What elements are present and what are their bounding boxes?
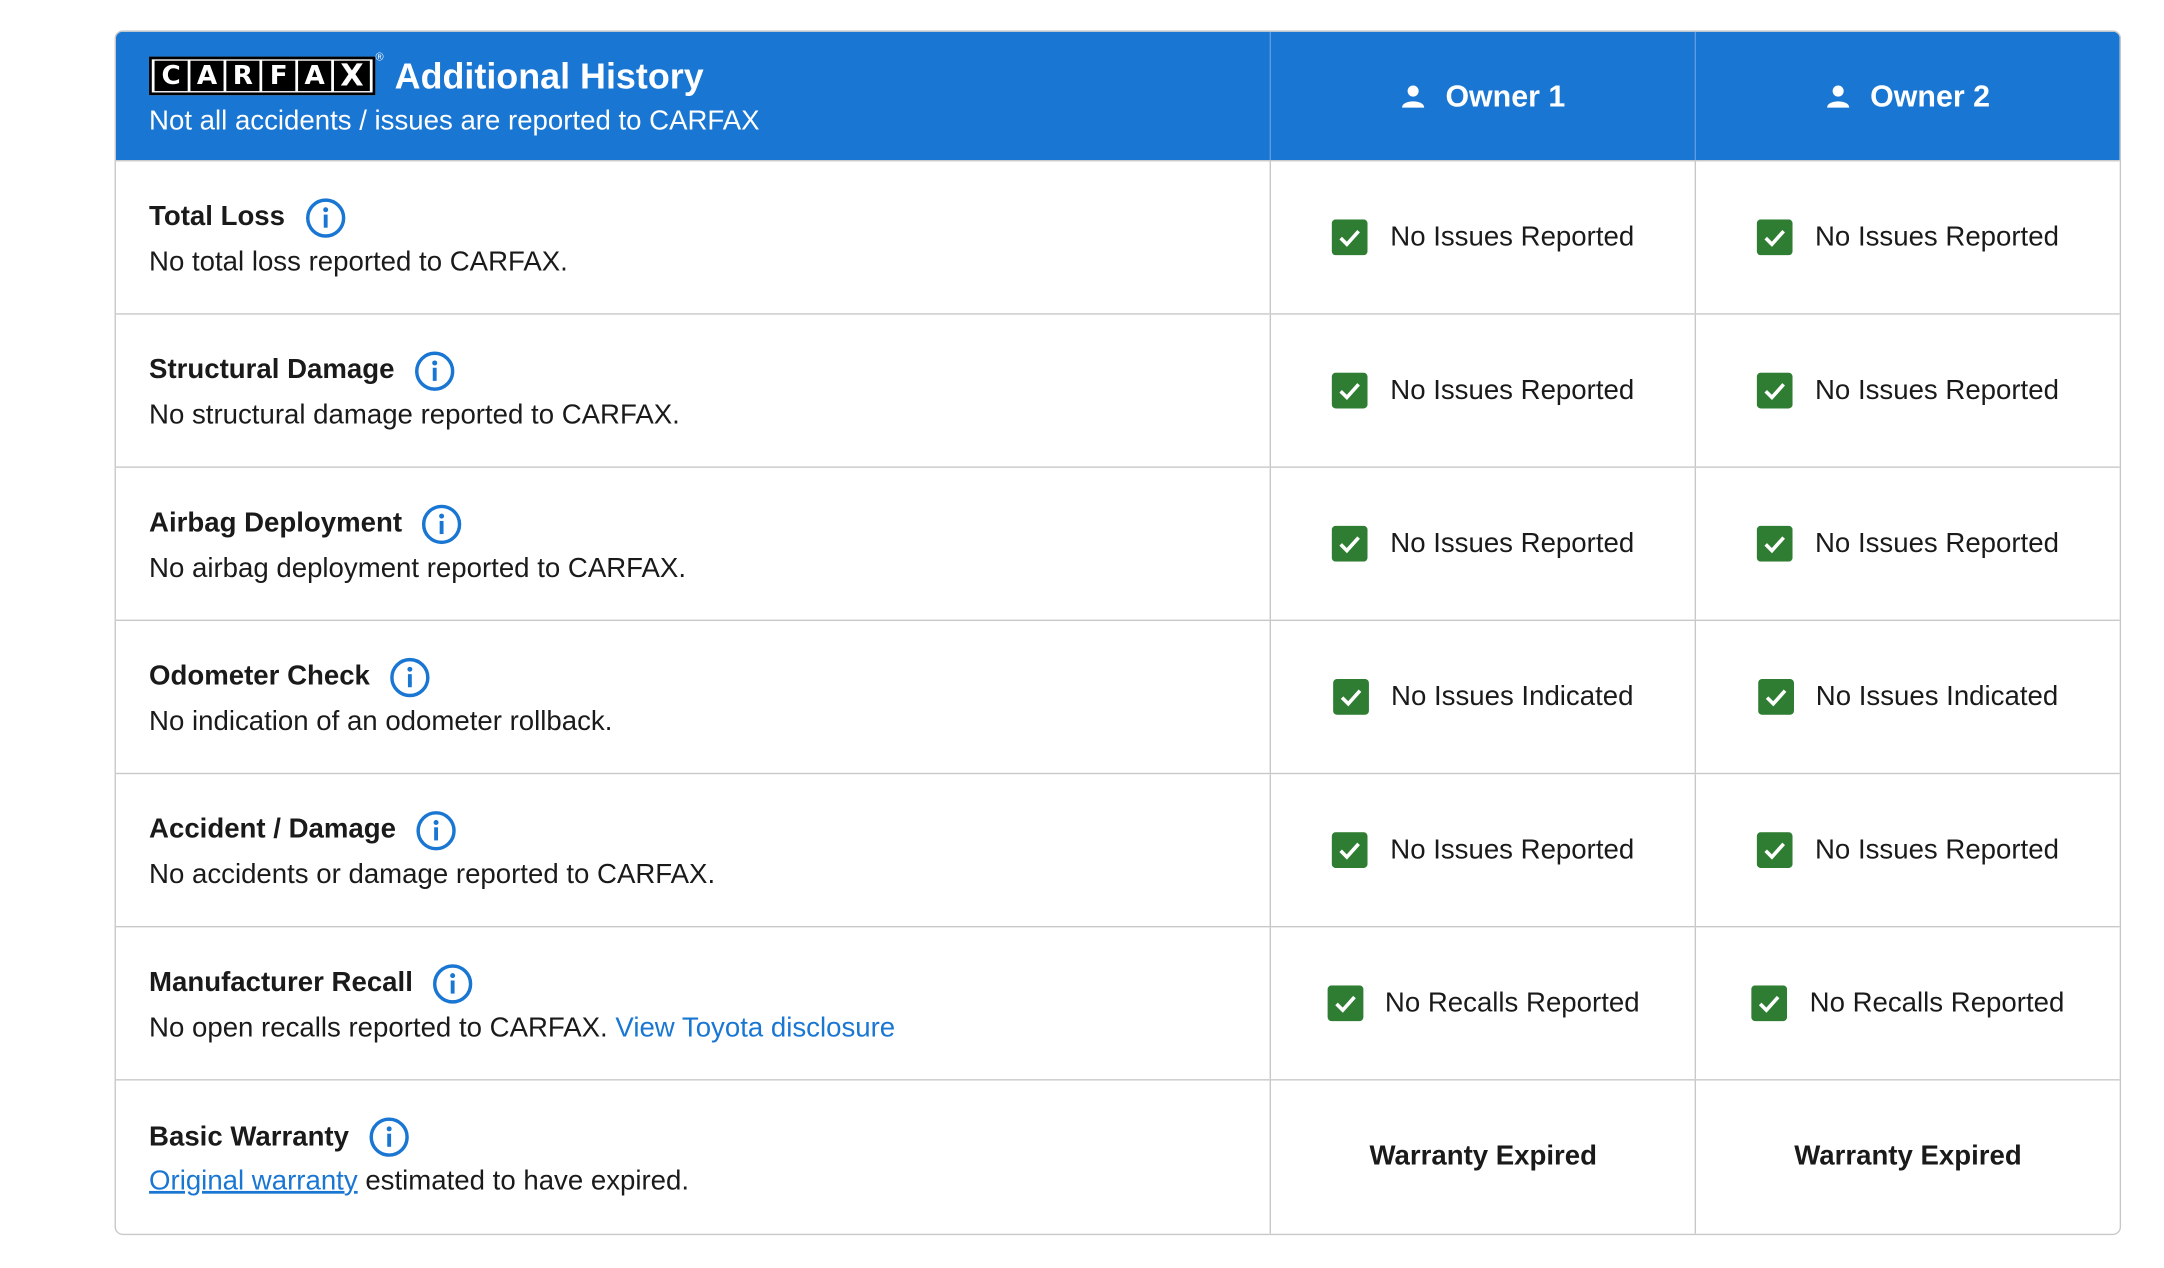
checkbox-checked-icon <box>1757 678 1794 715</box>
info-circle-icon[interactable] <box>421 503 462 544</box>
checkbox-checked-icon <box>1332 372 1369 409</box>
checkbox-checked-icon <box>1332 525 1369 562</box>
row-title: Manufacturer Recall <box>149 967 413 998</box>
row-description-with-link: Original warranty estimated to have expi… <box>149 1166 1270 1198</box>
row-description: No total loss reported to CARFAX. <box>149 246 568 277</box>
owner-2-warranty-status: Warranty Expired <box>1794 1141 2022 1172</box>
status-text: No Issues Reported <box>1390 834 1635 865</box>
row-description: No airbag deployment reported to CARFAX. <box>149 552 686 584</box>
row-title: Accident / Damage <box>149 814 396 845</box>
row-description: No accidents or damage reported to CARFA… <box>149 859 716 890</box>
header-brand-cell: C A R F A X ® Additional History Not all… <box>116 32 1270 160</box>
table-row: Airbag Deployment No airbag deployment r… <box>115 466 2120 620</box>
row-title: Basic Warranty <box>149 1121 349 1152</box>
owner-1-status: No Issues Reported <box>1332 219 1635 256</box>
logo-letter: C <box>154 60 188 92</box>
status-text: No Issues Reported <box>1815 834 2059 865</box>
owner-2-status: No Issues Indicated <box>1757 678 2059 715</box>
status-text: No Issues Reported <box>1390 221 1635 252</box>
table-row: Basic Warranty Original warranty estimat… <box>115 1079 2120 1234</box>
checkbox-checked-icon <box>1757 525 1793 562</box>
info-circle-icon[interactable] <box>432 963 473 1004</box>
person-icon <box>1827 84 1850 107</box>
logo-letter: X <box>333 60 370 93</box>
status-text: No Issues Indicated <box>1391 681 1634 712</box>
owner-2-status: No Issues Reported <box>1757 372 2059 409</box>
logo-letter: A <box>190 60 224 92</box>
section-title: Additional History <box>394 54 704 96</box>
owner-1-status: No Issues Indicated <box>1333 678 1634 715</box>
owner-2-status: No Recalls Reported <box>1751 985 2065 1022</box>
row-title: Total Loss <box>149 201 286 232</box>
checkbox-checked-icon <box>1333 678 1369 715</box>
table-row: Structural Damage No structural damage r… <box>115 313 2120 467</box>
logo-letter: F <box>262 60 296 92</box>
checkbox-checked-icon <box>1751 985 1788 1022</box>
info-circle-icon[interactable] <box>389 656 430 697</box>
owner-1-label: Owner 1 <box>1445 77 1566 113</box>
status-text: No Recalls Reported <box>1384 987 1640 1018</box>
checkbox-checked-icon <box>1332 219 1369 256</box>
table-row: Accident / Damage No accidents or damage… <box>115 772 2120 926</box>
owner-1-status: No Recalls Reported <box>1326 985 1640 1022</box>
row-description: No structural damage reported to CARFAX. <box>149 399 680 430</box>
checkbox-checked-icon <box>1757 372 1793 409</box>
status-text: No Issues Reported <box>1815 374 2059 406</box>
owner-1-header: Owner 1 <box>1270 31 1695 161</box>
status-text: No Issues Reported <box>1390 374 1635 406</box>
logo-letter: A <box>298 60 332 92</box>
info-circle-icon[interactable] <box>415 809 456 850</box>
status-text: No Issues Indicated <box>1815 681 2059 712</box>
owner-2-status: No Issues Reported <box>1757 525 2059 562</box>
registered-mark-icon: ® <box>375 51 384 64</box>
table-row: Manufacturer Recall No open recalls repo… <box>115 925 2120 1080</box>
status-text: No Issues Reported <box>1390 527 1635 559</box>
owner-2-header: Owner 2 <box>1694 31 2120 161</box>
owner-2-label: Owner 2 <box>1870 77 1990 113</box>
checkbox-checked-icon <box>1326 985 1363 1022</box>
row-description: estimated to have expired. <box>365 1166 690 1197</box>
row-description: No indication of an odometer rollback. <box>149 705 613 737</box>
owner-2-status: No Issues Reported <box>1757 219 2059 256</box>
row-title: Airbag Deployment <box>149 507 403 539</box>
owner-1-warranty-status: Warranty Expired <box>1369 1141 1598 1172</box>
row-description: No open recalls reported to CARFAX. <box>149 1012 608 1043</box>
original-warranty-link[interactable]: Original warranty <box>149 1166 358 1196</box>
row-title: Odometer Check <box>149 661 370 692</box>
info-circle-icon[interactable] <box>414 350 455 391</box>
checkbox-checked-icon <box>1757 832 1793 869</box>
table-header: C A R F A X ® Additional History Not all… <box>115 31 2120 161</box>
owner-1-status: No Issues Reported <box>1332 372 1635 409</box>
status-text: No Recalls Reported <box>1809 987 2065 1018</box>
additional-history-table: C A R F A X ® Additional History Not all… <box>114 30 2122 1236</box>
owner-1-status: No Issues Reported <box>1332 525 1635 562</box>
status-text: No Issues Reported <box>1815 221 2059 252</box>
owner-2-status: No Issues Reported <box>1757 832 2059 869</box>
table-row: Odometer Check No indication of an odome… <box>115 619 2120 773</box>
row-title: Structural Damage <box>149 354 395 386</box>
carfax-logo: C A R F A X ® <box>149 51 384 96</box>
section-subtitle: Not all accidents / issues are reported … <box>149 105 760 136</box>
logo-letter: R <box>226 60 260 92</box>
info-circle-icon[interactable] <box>304 197 345 238</box>
checkbox-checked-icon <box>1757 219 1793 256</box>
row-description-with-link: No open recalls reported to CARFAX. View… <box>149 1012 1270 1044</box>
owner-1-status: No Issues Reported <box>1332 832 1635 869</box>
checkbox-checked-icon <box>1332 832 1369 869</box>
person-icon <box>1402 84 1425 107</box>
table-row: Total Loss No total loss reported to CAR… <box>115 160 2120 314</box>
status-text: No Issues Reported <box>1815 527 2059 559</box>
view-toyota-disclosure-link[interactable]: View Toyota disclosure <box>615 1012 895 1042</box>
info-circle-icon[interactable] <box>368 1116 409 1157</box>
